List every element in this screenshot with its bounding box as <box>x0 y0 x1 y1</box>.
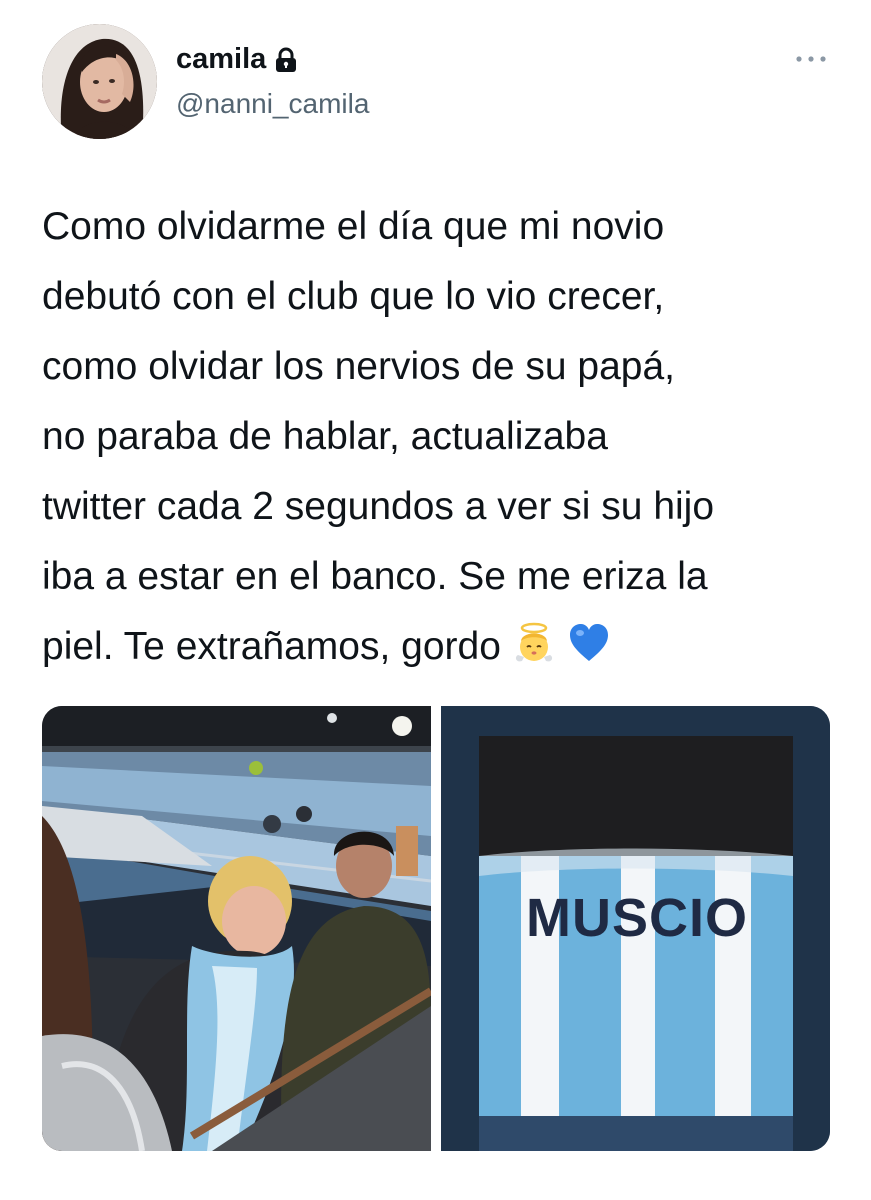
jersey-photo[interactable]: MUSCIO <box>441 706 830 1151</box>
tweet-text-line: twitter cada 2 segundos a ver si su hijo <box>42 485 715 528</box>
angel-emoji <box>512 618 556 688</box>
tweet-text-line: no paraba de hablar, actualizaba <box>42 415 608 458</box>
tweet-text-line: piel. Te extrañamos, gordo <box>42 625 501 668</box>
media-grid: MUSCIO <box>42 706 830 1151</box>
more-options-icon[interactable] <box>794 52 828 66</box>
tweet-text: Como olvidarme el día que mi novio debut… <box>42 192 842 688</box>
stadium-photo[interactable] <box>42 706 431 1151</box>
lock-icon <box>274 47 298 73</box>
tweet-text-line: como olvidar los nervios de su papá, <box>42 345 676 388</box>
avatar-image <box>42 24 157 139</box>
tweet-text-line: iba a estar en el banco. Se me eriza la <box>42 555 708 598</box>
blue-heart-emoji <box>567 618 611 688</box>
tweet-text-line: debutó con el club que lo vio crecer, <box>42 275 665 318</box>
tweet: camila @nanni_camila Como olvidarme el d… <box>0 0 871 1200</box>
jersey-text: MUSCIO <box>526 888 748 948</box>
jersey-photo-image: MUSCIO <box>441 706 830 1151</box>
author-handle[interactable]: @nanni_camila <box>176 88 369 120</box>
avatar[interactable] <box>42 24 157 139</box>
author-name-row: camila <box>176 43 298 76</box>
stadium-photo-image <box>42 706 431 1151</box>
tweet-text-line: Como olvidarme el día que mi novio <box>42 205 665 248</box>
author-display-name[interactable]: camila <box>176 43 266 76</box>
